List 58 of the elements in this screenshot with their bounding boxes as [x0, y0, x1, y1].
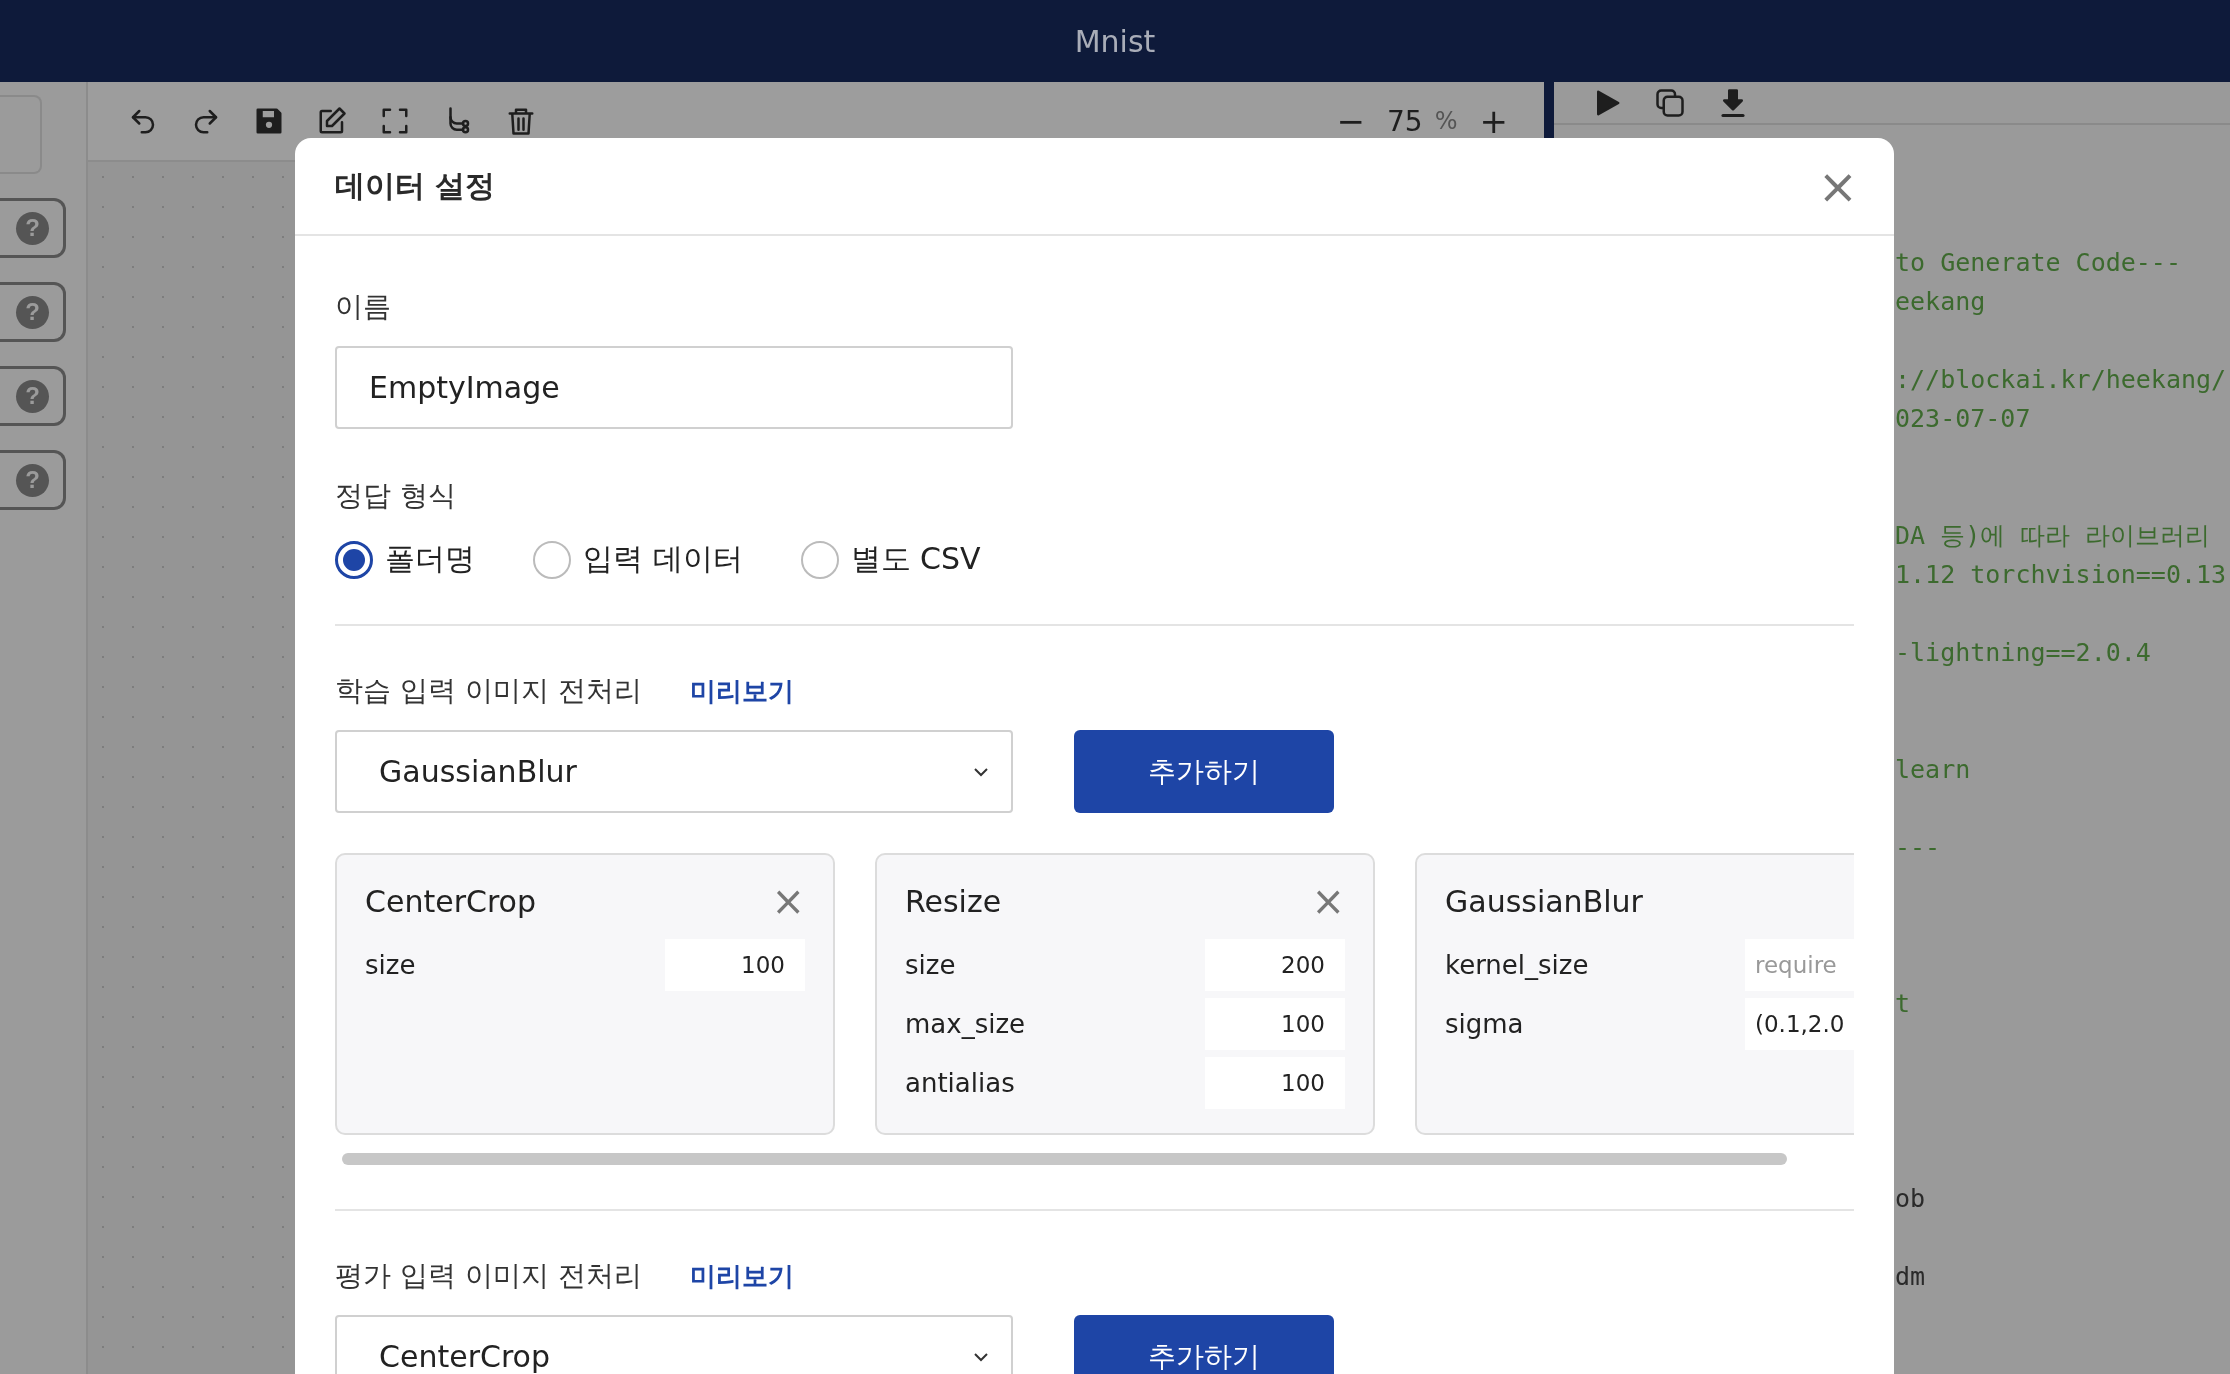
param-field[interactable]: 100 — [1205, 998, 1345, 1050]
radio-option[interactable]: 별도 CSV — [800, 539, 981, 580]
radio-option[interactable]: 입력 데이터 — [533, 539, 743, 580]
section-title: 평가 입력 이미지 전처리 — [335, 1258, 642, 1294]
card-title: CenterCrop — [365, 883, 536, 919]
code-comment: ://blockai.kr/heekang/ — [1895, 365, 2227, 394]
zoom-in-button[interactable]: + — [1479, 101, 1508, 141]
param-label: sigma — [1445, 1009, 1524, 1039]
code-comment: 023-07-07 — [1895, 404, 2031, 433]
param-label: size — [365, 950, 416, 980]
close-button[interactable]: × — [1817, 162, 1858, 210]
add-button[interactable]: 추가하기 — [1074, 1315, 1334, 1374]
chevron-icon — [973, 1351, 989, 1362]
code-line: ob — [1895, 1184, 1926, 1213]
param-label: kernel_size — [1445, 950, 1589, 980]
code-comment: eekang — [1895, 287, 1986, 316]
window-title: Mnist — [1074, 23, 1156, 59]
add-button[interactable]: 추가하기 — [1074, 730, 1334, 813]
code-comment: -lightning==2.0.4 — [1895, 638, 2151, 667]
code-comment: 1.12 torchvision==0.13 — [1895, 560, 2227, 589]
scrollbar[interactable] — [342, 1153, 1787, 1165]
param-label: antialias — [905, 1068, 1015, 1098]
name-field[interactable]: EmptyImage — [335, 346, 1013, 429]
radio-option[interactable]: 폴더명 — [335, 539, 475, 580]
code-comment: --- — [1895, 833, 1941, 862]
param-field[interactable]: 200 — [1205, 939, 1345, 991]
copy-icon[interactable] — [1655, 87, 1685, 118]
zoom-value: 75 — [1387, 104, 1423, 138]
zoom-unit: % — [1434, 107, 1458, 135]
zoom-out-button[interactable]: − — [1336, 101, 1366, 141]
code-comment: to Generate Code--- — [1895, 248, 2181, 277]
card-title: Resize — [905, 883, 1002, 919]
field-label: 이름 — [335, 289, 392, 325]
code-comment: DA 등)에 따라 라이브러리 — [1895, 521, 2211, 550]
param-field[interactable]: (0.1,2.0 — [1745, 998, 1854, 1050]
transform-select[interactable]: CenterCrop — [335, 1315, 1013, 1374]
card-title: GaussianBlur — [1445, 883, 1643, 919]
code-comment: t — [1895, 989, 1911, 1018]
param-field[interactable]: 100 — [665, 939, 805, 991]
dialog-title: 데이터 설정 — [335, 166, 496, 205]
remove-button[interactable]: × — [771, 881, 805, 921]
remove-button[interactable]: × — [1311, 881, 1345, 921]
code-line: dm — [1895, 1262, 1926, 1291]
trash-icon[interactable] — [506, 106, 536, 136]
field-label: 정답 형식 — [335, 478, 457, 514]
section-title: 학습 입력 이미지 전처리 — [335, 673, 642, 709]
chevron-icon — [973, 766, 989, 777]
param-label: size — [905, 950, 956, 980]
code-comment: learn — [1895, 755, 1971, 784]
fullscreen-icon[interactable] — [380, 106, 410, 136]
save-icon[interactable] — [254, 106, 284, 136]
param-label: max_size — [905, 1009, 1026, 1039]
download-icon[interactable] — [1718, 87, 1748, 118]
edit-icon[interactable] — [317, 106, 347, 136]
preview-link[interactable]: 미리보기 — [689, 673, 794, 709]
preview-link[interactable]: 미리보기 — [689, 1258, 794, 1294]
transform-select[interactable]: GaussianBlur — [335, 730, 1013, 813]
param-field[interactable]: 100 — [1205, 1057, 1345, 1109]
